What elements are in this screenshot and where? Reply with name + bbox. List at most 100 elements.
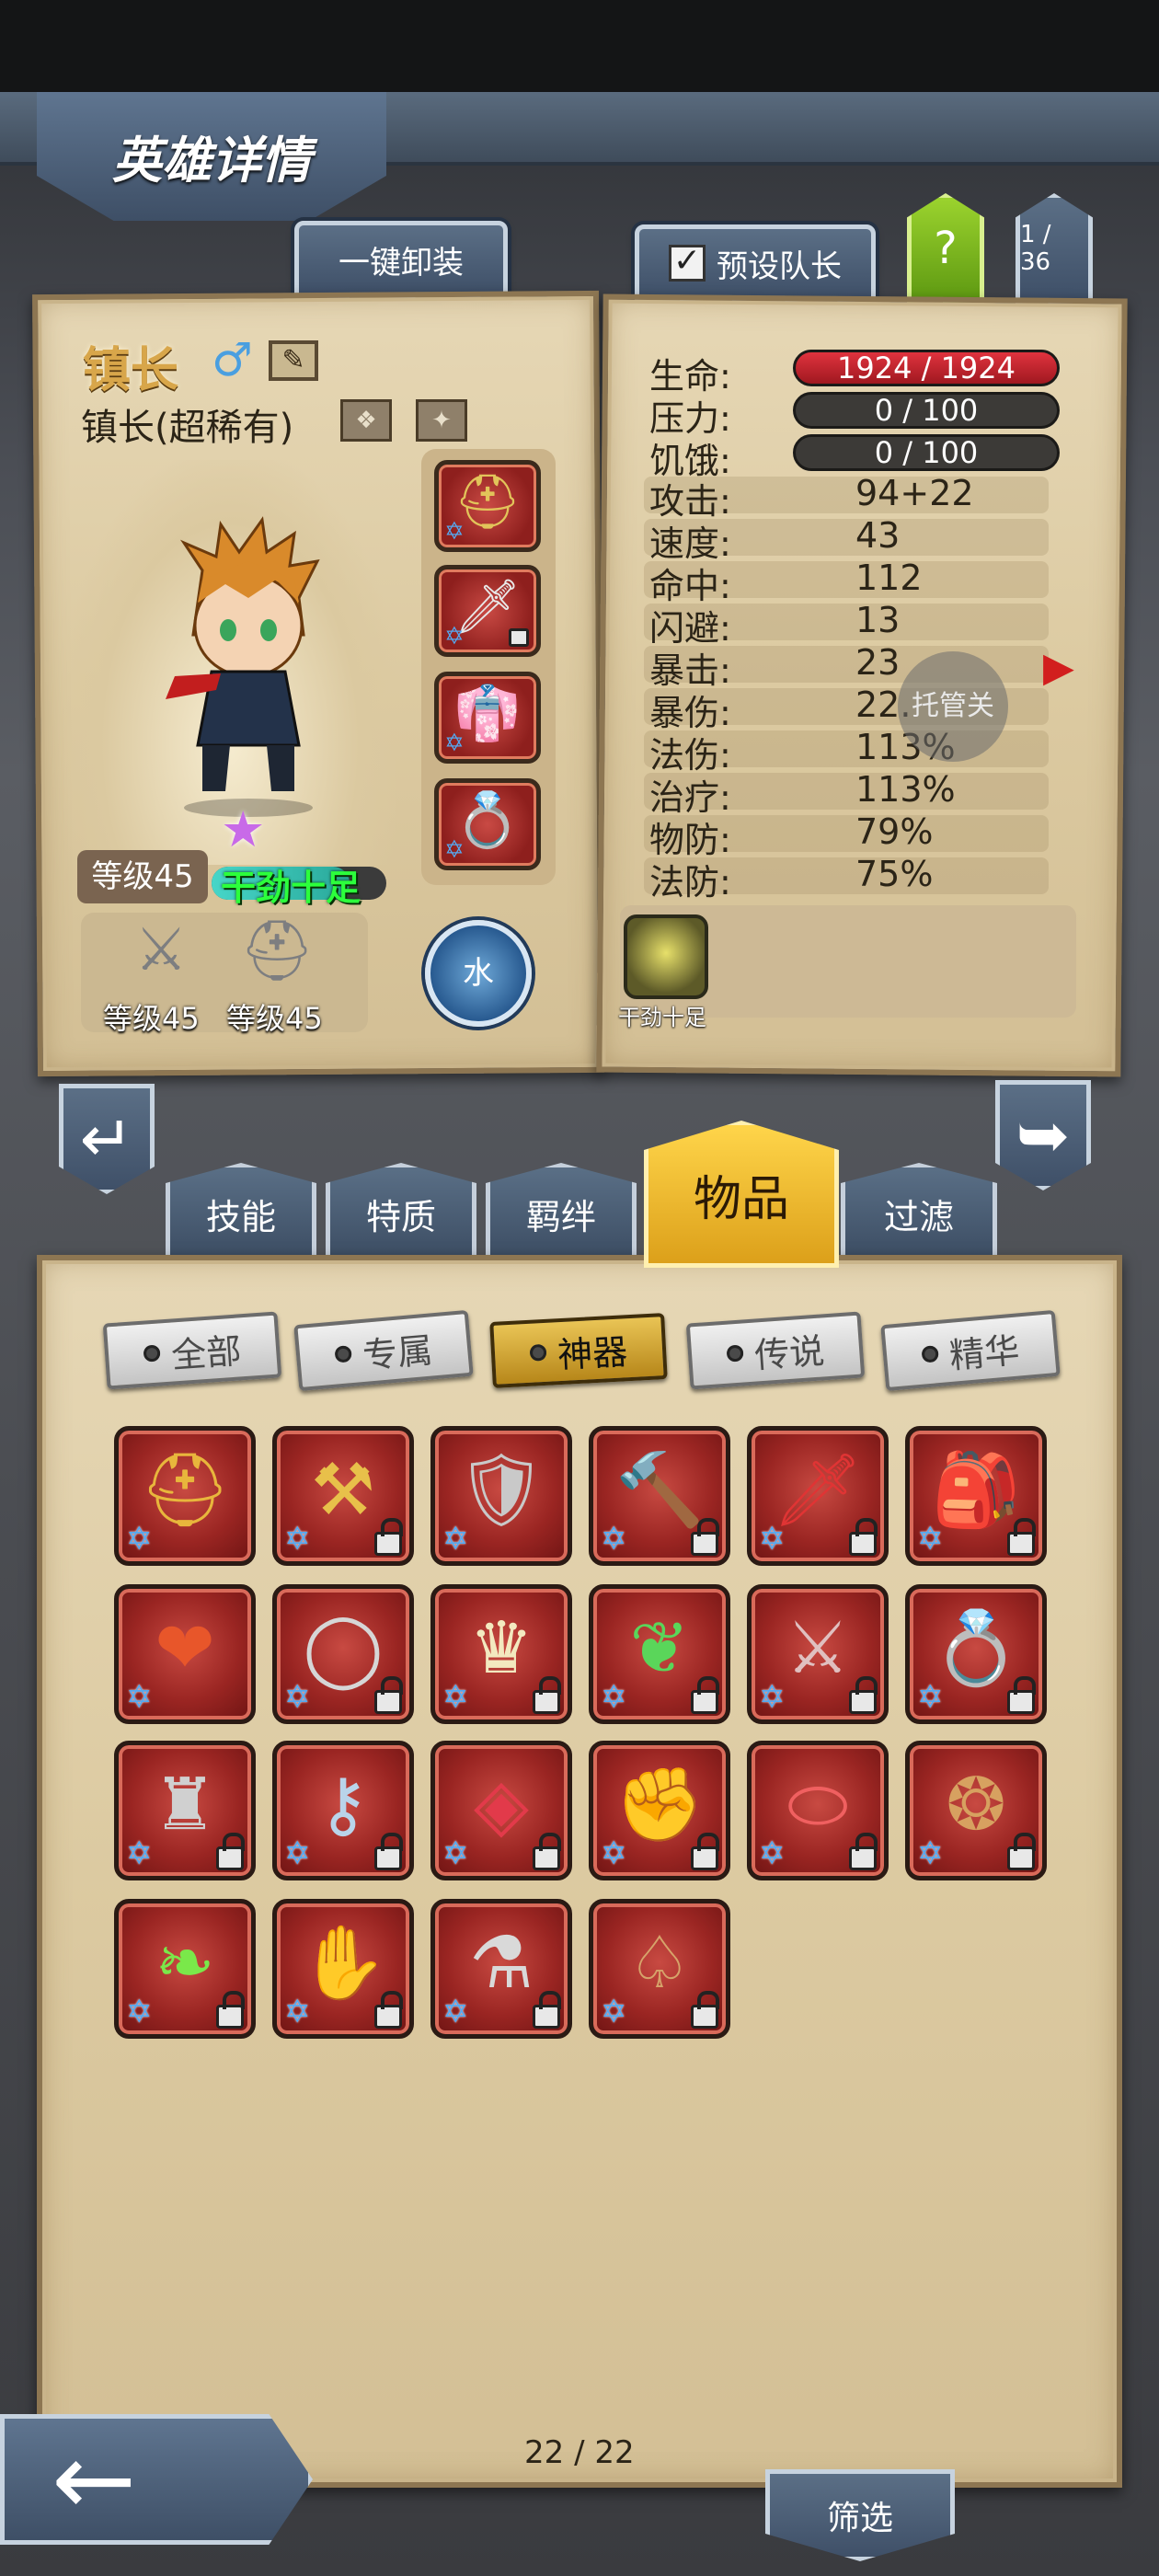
artifact-star-icon: ✡ <box>126 1521 153 1558</box>
lock-icon <box>1007 1833 1036 1870</box>
back-button[interactable] <box>0 2414 313 2545</box>
gear-slot-ring[interactable]: 💍 ✡ <box>434 778 541 870</box>
tab-skills[interactable]: 技能 <box>166 1163 316 1264</box>
artifact-star-icon: ✡ <box>917 1679 944 1716</box>
item-slot[interactable]: 🗡 ✡ <box>747 1426 889 1566</box>
unequip-all-button[interactable]: 一键卸装 <box>294 221 508 298</box>
hero-level-badge: 等级45 <box>77 850 208 903</box>
artifact-star-icon: ✡ <box>444 518 465 546</box>
rarity-tab-label: 神器 <box>557 1330 629 1375</box>
filter-button[interactable]: 筛选 <box>765 2469 955 2561</box>
artifact-star-icon: ✡ <box>284 1835 311 1872</box>
lock-icon <box>849 1518 878 1556</box>
tab-items[interactable]: 物品 <box>644 1121 839 1268</box>
status-bar <box>0 0 1159 92</box>
item-slot[interactable]: 🎒 ✡ <box>905 1426 1047 1566</box>
item-slot[interactable]: ◯ ✡ <box>272 1584 414 1724</box>
item-slot[interactable]: ✊ ✡ <box>589 1741 730 1880</box>
lock-icon <box>216 1833 245 1870</box>
item-slot[interactable]: ⬭ ✡ <box>747 1741 889 1880</box>
expand-arrow-icon[interactable]: ▶ <box>1043 644 1074 691</box>
page-title: 英雄详情 <box>112 132 311 190</box>
prev-hero-button[interactable]: ↵ <box>59 1084 155 1194</box>
bullet-icon <box>143 1344 161 1363</box>
class-detail-icon[interactable]: ✦ <box>416 399 467 442</box>
weapon-level: 等级45 <box>103 1001 200 1036</box>
tab-filter[interactable]: 过滤 <box>841 1163 997 1264</box>
artifact-star-icon: ✡ <box>442 1835 469 1872</box>
item-slot[interactable]: 🛡 ✡ <box>430 1426 572 1566</box>
artifact-star-icon: ✡ <box>917 1521 944 1558</box>
item-slot[interactable]: ❦ ✡ <box>589 1584 730 1724</box>
stat-value: 23 <box>855 642 901 683</box>
sword-icon[interactable]: ⚔ <box>120 916 202 984</box>
stat-value: 43 <box>855 515 901 556</box>
preset-captain-label: 预设队长 <box>717 247 842 285</box>
tab-bonds[interactable]: 羁绊 <box>486 1163 637 1264</box>
artifact-star-icon: ✡ <box>759 1835 786 1872</box>
item-slot[interactable]: 💍 ✡ <box>905 1584 1047 1724</box>
edit-name-icon[interactable]: ✎ <box>269 340 318 381</box>
item-slot[interactable]: ✋ ✡ <box>272 1899 414 2039</box>
helmet-equip-icon[interactable]: ⛑ <box>235 916 318 985</box>
item-slot[interactable]: ⚷ ✡ <box>272 1741 414 1880</box>
motivated-trait-icon[interactable] <box>624 914 708 999</box>
lock-icon <box>1007 1676 1036 1714</box>
class-info-icon[interactable]: ❖ <box>340 399 392 442</box>
mood-status: 干劲十足 <box>221 868 361 908</box>
item-slot[interactable]: ♤ ✡ <box>589 1899 730 2039</box>
item-slot[interactable]: ⛑ ✡ <box>114 1426 256 1566</box>
water-element-icon[interactable]: 水 <box>425 920 532 1027</box>
next-hero-button[interactable]: ➥ <box>995 1080 1091 1190</box>
artifact-star-icon: ✡ <box>442 1679 469 1716</box>
lock-icon <box>533 1676 561 1714</box>
stat-value: 79% <box>855 811 934 852</box>
preset-captain-button[interactable]: ✓ 预设队长 <box>635 224 876 302</box>
lock-icon <box>849 1833 878 1870</box>
lock-icon <box>374 1991 403 2029</box>
gear-slot-armor[interactable]: 👘 ✡ <box>434 672 541 764</box>
item-slot[interactable]: ♜ ✡ <box>114 1741 256 1880</box>
item-slot[interactable]: 🔨 ✡ <box>589 1426 730 1566</box>
back-arrow-icon[interactable]: ← <box>52 2420 136 2539</box>
rarity-tab-all[interactable]: 全部 <box>102 1311 282 1390</box>
artifact-star-icon: ✡ <box>284 1679 311 1716</box>
rarity-tab-label: 全部 <box>169 1329 243 1376</box>
item-slot[interactable]: ⚒ ✡ <box>272 1426 414 1566</box>
item-page-count: 22 / 22 <box>524 2434 635 2471</box>
stat-value: 75% <box>855 854 934 894</box>
bullet-icon <box>334 1345 352 1363</box>
bullet-icon <box>921 1345 939 1363</box>
rarity-tab-artifact[interactable]: 神器 <box>489 1313 668 1388</box>
artifact-star-icon: ✡ <box>917 1835 944 1872</box>
male-gender-icon: ♂ <box>212 333 253 386</box>
lock-icon <box>691 1518 719 1556</box>
gear-slot-helmet[interactable]: ⛑ ✡ <box>434 460 541 552</box>
checkbox-checked-icon[interactable]: ✓ <box>669 245 706 282</box>
gear-slot-dagger[interactable]: 🗡 ✡ <box>434 565 541 657</box>
artifact-star-icon: ✡ <box>284 1521 311 1558</box>
item-slot[interactable]: ❂ ✡ <box>905 1741 1047 1880</box>
artifact-star-icon: ✡ <box>444 730 465 757</box>
hero-name: 镇长 <box>83 343 179 398</box>
item-slot[interactable]: ♛ ✡ <box>430 1584 572 1724</box>
help-button[interactable]: ? <box>907 193 984 304</box>
artifact-star-icon: ✡ <box>601 1835 627 1872</box>
artifact-star-icon: ✡ <box>444 623 465 650</box>
item-slot[interactable]: ⚗ ✡ <box>430 1899 572 2039</box>
item-slot[interactable]: ◈ ✡ <box>430 1741 572 1880</box>
item-slot[interactable]: ⚔ ✡ <box>747 1584 889 1724</box>
item-slot[interactable]: ❤ ✡ <box>114 1584 256 1724</box>
rarity-tab-legend[interactable]: 传说 <box>685 1311 866 1390</box>
stat-label: 法防: <box>649 862 731 903</box>
stress-bar: 0 / 100 <box>793 392 1060 429</box>
hero-portrait <box>166 516 320 817</box>
artifact-star-icon: ✡ <box>442 1521 469 1558</box>
rarity-tab-label: 传说 <box>752 1329 826 1376</box>
item-slot[interactable]: ❧ ✡ <box>114 1899 256 2039</box>
tab-traits[interactable]: 特质 <box>326 1163 476 1264</box>
auto-toggle-button[interactable]: 托管关 <box>898 651 1008 762</box>
rarity-tab-label: 精华 <box>947 1328 1022 1376</box>
lock-icon <box>533 1833 561 1870</box>
stat-value: 13 <box>855 600 901 640</box>
